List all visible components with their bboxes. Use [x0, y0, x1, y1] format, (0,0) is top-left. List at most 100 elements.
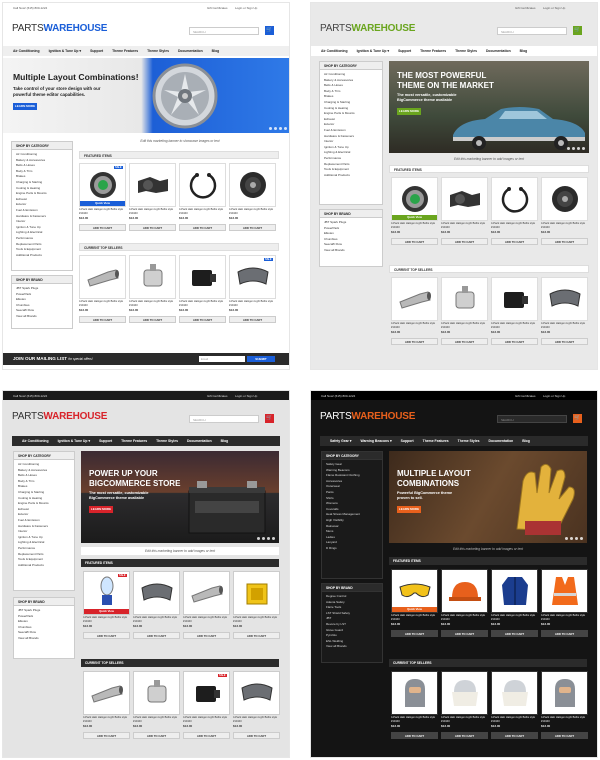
nav-item[interactable]: Theme Styles — [156, 439, 178, 443]
product-name[interactable]: 4-Pack Halo Halogen Light Bulbs style #1… — [133, 616, 180, 624]
product-image[interactable] — [233, 671, 280, 715]
product-image[interactable]: SALE Quick View — [79, 163, 126, 207]
product-name[interactable]: 4-Pack Halo Halogen Light Bulbs style #1… — [441, 222, 488, 230]
product-image[interactable] — [491, 177, 538, 221]
add-to-cart-button[interactable]: ADD TO CART — [229, 316, 276, 323]
add-to-cart-button[interactable]: ADD TO CART — [491, 238, 538, 245]
product-image[interactable] — [129, 255, 176, 299]
add-to-cart-button[interactable]: ADD TO CART — [541, 338, 588, 345]
product-name[interactable]: 4-Pack Halo Halogen Light Bulbs style #1… — [179, 300, 226, 308]
product-image[interactable]: SALE — [183, 671, 230, 715]
product-name[interactable]: 4-Pack Halo Halogen Light Bulbs style #1… — [179, 208, 226, 216]
slider-dots[interactable] — [257, 537, 275, 540]
add-to-cart-button[interactable]: ADD TO CART — [491, 338, 538, 345]
store-logo[interactable]: PARTSWAREHOUSE — [12, 23, 107, 34]
nav-item[interactable]: Theme Features — [112, 49, 138, 53]
product-name[interactable]: 4-Pack Halo Halogen Light Bulbs style #1… — [233, 716, 280, 724]
sidebar-link[interactable]: D Rings — [326, 546, 382, 552]
product-card[interactable]: 4-Pack Halo Halogen Light Bulbs style #1… — [179, 255, 226, 323]
product-image[interactable]: SALE — [229, 255, 276, 299]
hero-banner[interactable]: Multiple Layout Combinations! Take contr… — [3, 58, 289, 133]
product-name[interactable]: 4-Pack Halo Halogen Light Bulbs style #1… — [133, 716, 180, 724]
nav-item[interactable]: Documentation — [486, 49, 511, 53]
product-image[interactable] — [179, 163, 226, 207]
product-card[interactable]: 4-Pack Halo Halogen Light Bulbs style #1… — [233, 571, 280, 639]
product-name[interactable]: 4-Pack Halo Halogen Light Bulbs style #1… — [83, 716, 130, 724]
product-card[interactable]: 4-Pack Halo Halogen Light Bulbs style #1… — [129, 255, 176, 323]
product-name[interactable]: 4-Pack Halo Halogen Light Bulbs style #1… — [491, 222, 538, 230]
nav-item[interactable]: Air Conditioning — [321, 49, 348, 53]
product-name[interactable]: 4-Pack Halo Halogen Light Bulbs style #1… — [233, 616, 280, 624]
search-input[interactable]: SEARCH — [189, 27, 259, 35]
product-card[interactable]: 4-Pack Halo Halogen Light Bulbs style #1… — [391, 671, 438, 739]
add-to-cart-button[interactable]: ADD TO CART — [129, 224, 176, 231]
login-link[interactable]: Login or Sign Up — [235, 394, 257, 398]
login-link[interactable]: Login or Sign Up — [235, 6, 257, 10]
product-image[interactable] — [541, 177, 588, 221]
product-name[interactable]: 4-Pack Halo Halogen Light Bulbs style #1… — [491, 716, 538, 724]
nav-item[interactable]: Support — [401, 439, 414, 443]
search-input[interactable]: SEARCH — [497, 27, 567, 35]
learn-more-button[interactable]: LEARN MORE — [397, 108, 421, 115]
product-name[interactable]: 4-Pack Halo Halogen Light Bulbs style #1… — [541, 716, 588, 724]
product-image[interactable] — [541, 569, 588, 613]
search-input[interactable]: SEARCH — [189, 415, 259, 423]
product-name[interactable]: 4-Pack Halo Halogen Light Bulbs style #1… — [79, 300, 126, 308]
hero-banner[interactable]: POWER UP YOUR BIGCOMMERCE STORE The most… — [81, 451, 279, 543]
store-logo[interactable]: PARTSWAREHOUSE — [12, 411, 107, 422]
product-name[interactable]: 4-Pack Halo Halogen Light Bulbs style #1… — [491, 322, 538, 330]
product-card[interactable]: 4-Pack Halo Halogen Light Bulbs style #1… — [491, 277, 538, 345]
product-image[interactable] — [179, 255, 226, 299]
product-name[interactable]: 4-Pack Halo Halogen Light Bulbs style #1… — [129, 208, 176, 216]
product-image[interactable]: SALE Quick View — [83, 571, 130, 615]
product-name[interactable]: 4-Pack Halo Halogen Light Bulbs style #1… — [391, 322, 438, 330]
nav-item[interactable]: Blog — [522, 439, 530, 443]
product-image[interactable] — [491, 671, 538, 715]
slider-dots[interactable] — [565, 537, 583, 540]
product-card[interactable]: 4-Pack Halo Halogen Light Bulbs style #1… — [541, 277, 588, 345]
product-name[interactable]: 4-Pack Halo Halogen Light Bulbs style #1… — [391, 614, 438, 622]
nav-item[interactable]: Theme Styles — [147, 49, 169, 53]
store-logo[interactable]: PARTSWAREHOUSE — [320, 411, 415, 422]
nav-item[interactable]: Documentation — [178, 49, 203, 53]
product-card[interactable]: 4-Pack Halo Halogen Light Bulbs style #1… — [183, 571, 230, 639]
product-name[interactable]: 4-Pack Halo Halogen Light Bulbs style #1… — [183, 616, 230, 624]
product-card[interactable]: SALE 4-Pack Halo Halogen Light Bulbs styl… — [183, 671, 230, 739]
add-to-cart-button[interactable]: ADD TO CART — [491, 630, 538, 637]
product-image[interactable] — [79, 255, 126, 299]
product-card[interactable]: 4-Pack Halo Halogen Light Bulbs style #1… — [541, 177, 588, 245]
nav-item[interactable]: Theme Features — [121, 439, 147, 443]
add-to-cart-button[interactable]: ADD TO CART — [183, 732, 230, 739]
product-image[interactable] — [491, 569, 538, 613]
add-to-cart-button[interactable]: ADD TO CART — [441, 630, 488, 637]
product-name[interactable]: 4-Pack Halo Halogen Light Bulbs style #1… — [441, 322, 488, 330]
product-name[interactable]: 4-Pack Halo Halogen Light Bulbs style #1… — [229, 300, 276, 308]
add-to-cart-button[interactable]: ADD TO CART — [179, 224, 226, 231]
email-input[interactable]: Email — [199, 356, 245, 362]
nav-item[interactable]: Warning Beacons ▾ — [361, 439, 392, 443]
nav-item[interactable]: Ignition & Tune Up ▾ — [58, 439, 91, 443]
add-to-cart-button[interactable]: ADD TO CART — [179, 316, 226, 323]
product-card[interactable]: 4-Pack Halo Halogen Light Bulbs style #1… — [441, 277, 488, 345]
product-card[interactable]: 4-Pack Halo Halogen Light Bulbs style #1… — [391, 277, 438, 345]
add-to-cart-button[interactable]: ADD TO CART — [541, 732, 588, 739]
nav-item[interactable]: Ignition & Tune Up ▾ — [49, 49, 82, 53]
product-card[interactable]: 4-Pack Halo Halogen Light Bulbs style #1… — [541, 671, 588, 739]
quick-view-button[interactable]: Quick View — [84, 609, 129, 614]
cart-icon[interactable]: 🛒 — [573, 26, 582, 35]
product-image[interactable]: Quick View — [391, 177, 438, 221]
add-to-cart-button[interactable]: ADD TO CART — [229, 224, 276, 231]
gift-certificates-link[interactable]: Gift Certificates — [207, 394, 228, 398]
product-image[interactable] — [391, 671, 438, 715]
hero-banner[interactable]: THE MOST POWERFUL THEME ON THE MARKET Th… — [389, 61, 589, 153]
quick-view-button[interactable]: Quick View — [392, 215, 437, 220]
product-name[interactable]: 4-Pack Halo Halogen Light Bulbs style #1… — [541, 222, 588, 230]
product-name[interactable]: 4-Pack Halo Halogen Light Bulbs style #1… — [391, 716, 438, 724]
nav-item[interactable]: Blog — [212, 49, 220, 53]
product-image[interactable] — [133, 671, 180, 715]
nav-item[interactable]: Theme Styles — [458, 439, 480, 443]
sidebar-link[interactable]: View all Brands — [324, 248, 382, 254]
cart-icon[interactable]: 🛒 — [265, 414, 274, 423]
nav-item[interactable]: Safety Gear ▾ — [330, 439, 352, 443]
product-image[interactable] — [541, 277, 588, 321]
